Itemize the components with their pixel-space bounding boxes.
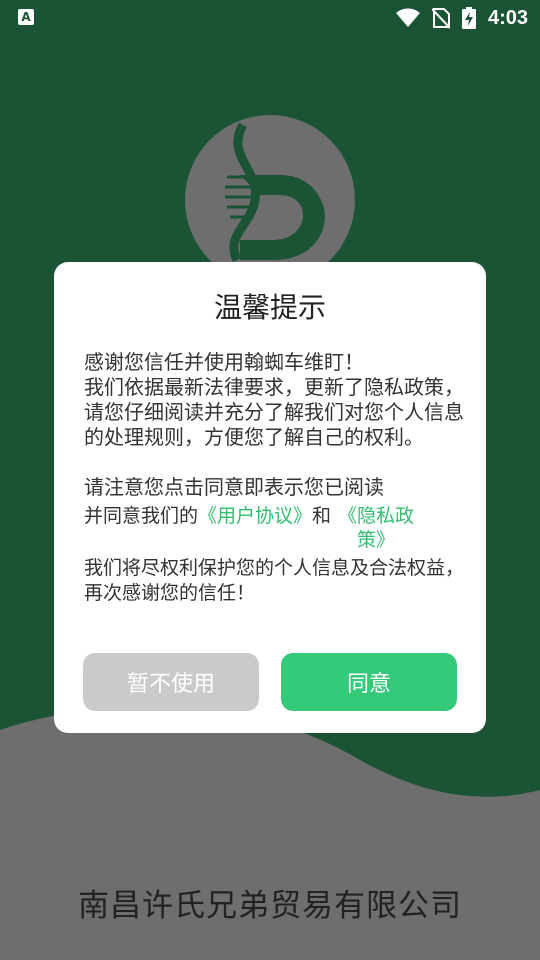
privacy-dialog: 温馨提示 感谢您信任并使用翰蜘车维盯！ 我们依据最新法律要求，更新了隐私政策，请… [54, 262, 486, 733]
policy-update-text: 我们依据最新法律要求，更新了隐私政策，请您仔细阅读并充分了解我们对您个人信息的处… [84, 375, 464, 449]
user-agreement-link[interactable]: 《用户协议》 [198, 504, 312, 529]
and-text: 和 [312, 505, 332, 527]
agreement-links: 并同意我们的 《用户协议》 和 《隐私政策》 [84, 504, 464, 552]
agree-button[interactable]: 同意 [281, 653, 457, 711]
thanks-text: 感谢您信任并使用翰蜘车维盯！ [84, 350, 364, 374]
notice-prefix: 并同意我们的 [84, 505, 199, 527]
decline-button[interactable]: 暂不使用 [83, 653, 259, 711]
dialog-title: 温馨提示 [213, 291, 326, 324]
privacy-policy-link[interactable]: 《隐私政策》 [331, 504, 421, 552]
dialog-body: 感谢您信任并使用翰蜘车维盯！ 我们依据最新法律要求，更新了隐私政策，请您仔细阅读… [84, 350, 464, 606]
notice-text: 请注意您点击同意即表示您已阅读 [84, 475, 384, 499]
closing-text: 我们将尽权利保护您的个人信息及合法权益，再次感谢您的信任！ [84, 557, 465, 604]
